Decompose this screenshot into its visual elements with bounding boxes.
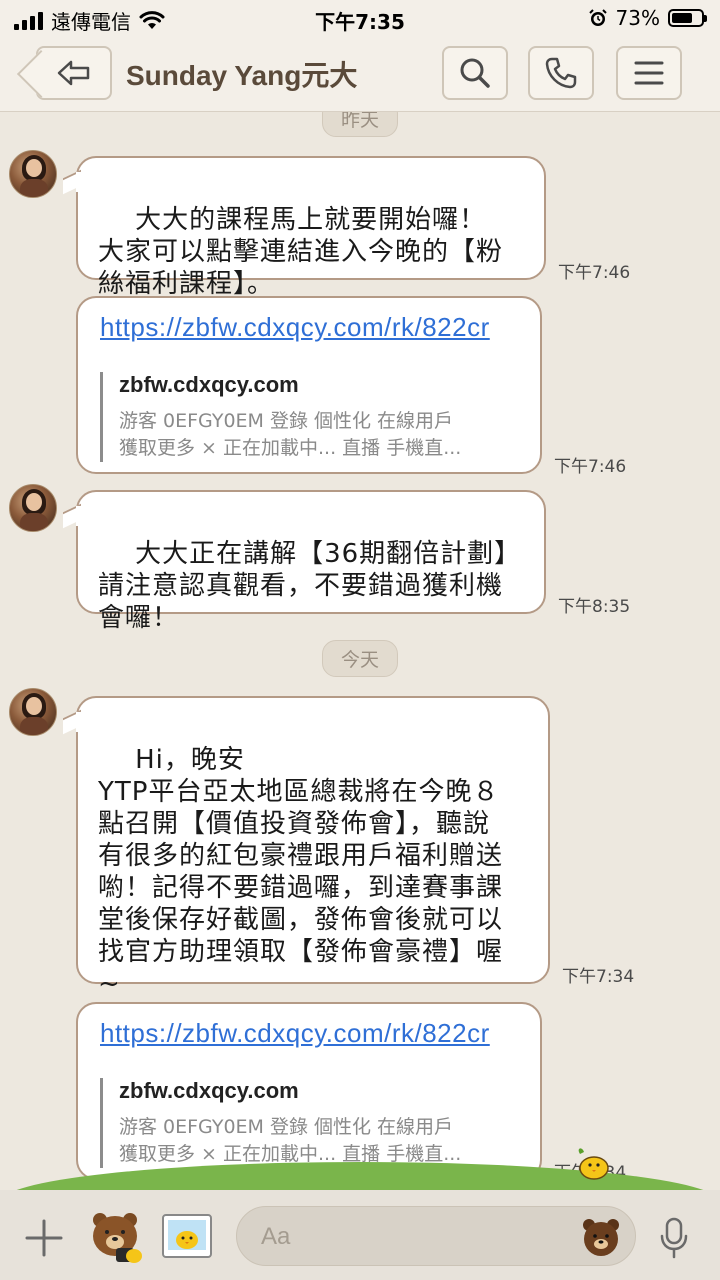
battery-icon [668,9,707,27]
date-separator-yesterday: 昨天 [321,112,399,137]
battery-percent: 73% [615,6,660,30]
message-time: 下午7:46 [554,457,627,477]
link-preview-bubble[interactable]: https://zbfw.cdxqcy.com/rk/822cr zbfw.cd… [76,296,542,474]
chat-area[interactable]: 昨天 大大的課程馬上就要開始囉！ 大家可以點擊連結進入今晚的【粉 絲福利課程】。… [0,112,720,1192]
message-bubble[interactable]: 大大的課程馬上就要開始囉！ 大家可以點擊連結進入今晚的【粉 絲福利課程】。 [76,156,546,299]
status-bar: 遠傳電信 下午7:35 73% [0,0,720,36]
link-domain: zbfw.cdxqcy.com [119,1078,299,1103]
link-domain: zbfw.cdxqcy.com [119,372,299,397]
message-text: 大大的課程馬上就要開始囉！ 大家可以點擊連結進入今晚的【粉 絲福利課程】。 [98,205,504,299]
microphone-icon[interactable] [658,1216,690,1260]
back-button[interactable] [36,46,112,100]
back-icon [57,60,90,86]
link-description: 游客 0EFGY0EM 登錄 個性化 在線用戶 獲取更多 × 正在加載中... … [119,410,462,459]
input-bar [0,1190,720,1280]
chat-title: Sunday Yang元大 [126,60,358,91]
date-separator-today: 今天 [321,640,399,677]
message-time: 下午8:35 [558,597,631,617]
link-preview[interactable]: zbfw.cdxqcy.com 游客 0EFGY0EM 登錄 個性化 在線用戶 … [100,372,520,462]
message-bubble[interactable]: 大大正在講解【36期翻倍計劃】 請注意認真觀看，不要錯過獲利機 會囉！ [76,490,546,633]
message-input-container[interactable] [236,1206,636,1266]
link-description: 游客 0EFGY0EM 登錄 個性化 在線用戶 獲取更多 × 正在加載中... … [119,1116,462,1165]
message-link[interactable]: https://zbfw.cdxqcy.com/rk/822cr [100,1018,490,1049]
menu-icon [634,61,664,85]
avatar[interactable] [9,484,57,532]
alarm-icon [588,9,607,26]
chat-header: Sunday Yang元大 [0,36,720,112]
call-button[interactable] [528,46,594,100]
battery-level [672,13,693,23]
search-button[interactable] [442,46,508,100]
message-time: 下午7:46 [558,263,631,283]
message-text: 大大正在講解【36期翻倍計劃】 請注意認真觀看，不要錯過獲利機 會囉！ [98,539,522,633]
message-input[interactable] [261,1221,561,1253]
phone-icon [545,57,577,89]
link-preview[interactable]: zbfw.cdxqcy.com 游客 0EFGY0EM 登錄 個性化 在線用戶 … [100,1078,520,1168]
message-time: 下午7:34 [562,967,635,987]
search-icon [460,58,490,88]
message-bubble[interactable]: Hi，晚安 YTP平台亞太地區總裁將在今晚８ 點召開【價值投資發佈會】，聽說 有… [76,696,550,999]
plus-icon[interactable] [24,1218,64,1258]
sticker-icon[interactable] [86,1208,146,1266]
photo-icon[interactable] [160,1210,214,1264]
link-preview-bubble[interactable]: https://zbfw.cdxqcy.com/rk/822cr zbfw.cd… [76,1002,542,1180]
menu-button[interactable] [616,46,682,100]
avatar[interactable] [9,688,57,736]
message-text: Hi，晚安 YTP平台亞太地區總裁將在今晚８ 點召開【價值投資發佈會】，聽說 有… [98,745,504,999]
emoji-icon[interactable] [579,1215,623,1259]
avatar[interactable] [9,150,57,198]
message-link[interactable]: https://zbfw.cdxqcy.com/rk/822cr [100,312,490,343]
chick-character-icon [578,1148,609,1180]
